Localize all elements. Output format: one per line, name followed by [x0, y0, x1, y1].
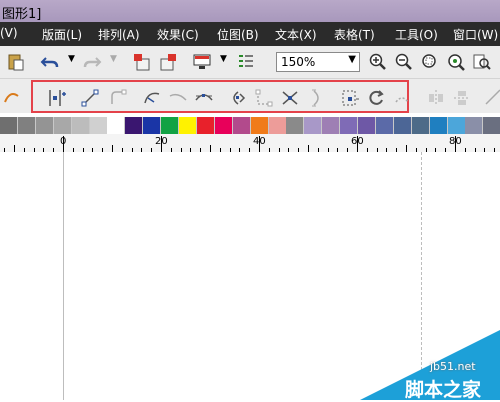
palette-swatch[interactable] [304, 117, 323, 134]
menu-tools[interactable]: 工具(O) [395, 26, 438, 43]
zoom-to-all-icon[interactable] [446, 52, 466, 72]
menu-effects[interactable]: 效果(C) [157, 26, 199, 43]
palette-swatch[interactable] [232, 117, 251, 134]
ruler-tick [112, 145, 113, 152]
palette-swatch[interactable] [17, 117, 36, 134]
palette-swatch[interactable] [71, 117, 90, 134]
ruler-tick [63, 136, 64, 152]
palette-swatch[interactable] [250, 117, 269, 134]
palette-swatch[interactable] [447, 117, 466, 134]
convert-to-curve-icon[interactable] [194, 88, 214, 108]
stretch-scale-nodes-icon[interactable] [452, 88, 472, 108]
palette-swatch[interactable] [286, 117, 305, 134]
palette-swatch[interactable] [465, 117, 484, 134]
menu-table[interactable]: 表格(T) [334, 26, 375, 43]
import-icon[interactable] [132, 52, 152, 72]
palette-swatch[interactable] [107, 117, 126, 134]
ruler-tick [161, 136, 162, 152]
palette-swatch[interactable] [89, 117, 108, 134]
reverse-direction-icon[interactable] [306, 88, 326, 108]
zoom-to-selected-icon[interactable] [420, 52, 440, 72]
menu-layout[interactable]: 版面(L) [42, 26, 82, 43]
horizontal-ruler: 0 20 40 60 80 [0, 134, 500, 153]
palette-swatch[interactable] [375, 117, 394, 134]
break-curve-icon[interactable] [142, 88, 162, 108]
application-launcher-icon[interactable] [192, 52, 212, 72]
palette-swatch[interactable] [0, 117, 18, 134]
smooth-node-icon[interactable] [254, 88, 274, 108]
zoom-in-icon[interactable] [368, 52, 388, 72]
title-bar: 图形1] [0, 0, 500, 22]
menu-text[interactable]: 文本(X) [275, 26, 317, 43]
add-node-icon[interactable] [46, 88, 66, 108]
palette-swatch[interactable] [411, 117, 430, 134]
color-palette [0, 117, 500, 134]
menu-view[interactable]: (V) [0, 26, 18, 40]
palette-swatch[interactable] [161, 117, 180, 134]
palette-swatch[interactable] [268, 117, 287, 134]
palette-swatch[interactable] [214, 117, 233, 134]
palette-swatch[interactable] [358, 117, 376, 134]
palette-swatch[interactable] [143, 117, 162, 134]
ruler-tick [210, 145, 211, 152]
palette-swatch[interactable] [322, 117, 341, 134]
redo-dropdown-arrow-icon[interactable]: ▼ [110, 54, 117, 64]
palette-swatch[interactable] [35, 117, 54, 134]
undo-icon[interactable] [40, 52, 60, 72]
redo-icon[interactable] [82, 52, 102, 72]
select-all-nodes-icon[interactable] [484, 88, 500, 108]
node-tool-icon[interactable] [2, 88, 22, 108]
menu-arrange[interactable]: 排列(A) [98, 26, 140, 43]
watermark-name: 脚本之家 [405, 379, 482, 401]
symmetrical-node-icon[interactable] [280, 88, 300, 108]
zoom-level-select[interactable]: 150% ▼ [276, 52, 360, 72]
snap-to-icon[interactable] [236, 52, 256, 72]
rotate-skew-nodes-icon[interactable] [366, 88, 386, 108]
palette-swatch[interactable] [125, 117, 144, 134]
page-border-left [63, 152, 64, 400]
paste-icon[interactable] [6, 52, 26, 72]
undo-dropdown-arrow-icon[interactable]: ▼ [68, 54, 75, 64]
watermark-url: jb51.net [430, 360, 476, 373]
ruler-tick [14, 145, 15, 152]
ruler-tick [308, 145, 309, 152]
zoom-out-icon[interactable] [394, 52, 414, 72]
palette-swatch[interactable] [429, 117, 448, 134]
elastic-mode-icon[interactable] [392, 88, 412, 108]
menu-window[interactable]: 窗口(W) [453, 26, 498, 43]
align-nodes-icon[interactable] [426, 88, 446, 108]
ruler-tick [455, 136, 456, 152]
launcher-dropdown-arrow-icon[interactable]: ▼ [220, 54, 227, 64]
cusp-node-icon[interactable] [228, 88, 248, 108]
delete-node-icon[interactable] [80, 88, 100, 108]
palette-swatch[interactable] [179, 117, 197, 134]
ruler-tick [406, 145, 407, 152]
zoom-value: 150% [281, 55, 316, 69]
window-title: 图形1] [2, 7, 42, 22]
extract-subpath-icon[interactable] [340, 88, 360, 108]
zoom-to-page-icon[interactable] [472, 52, 492, 72]
palette-swatch[interactable] [483, 117, 500, 134]
palette-swatch[interactable] [393, 117, 412, 134]
palette-swatch[interactable] [196, 117, 215, 134]
convert-to-line-icon[interactable] [168, 88, 188, 108]
chevron-down-icon: ▼ [348, 54, 356, 65]
palette-swatch[interactable] [53, 117, 72, 134]
palette-swatch[interactable] [340, 117, 359, 134]
ruler-tick [259, 136, 260, 152]
menu-bar: (V) 版面(L) 排列(A) 效果(C) 位图(B) 文本(X) 表格(T) … [0, 22, 500, 46]
ruler-tick [357, 136, 358, 152]
menu-bitmap[interactable]: 位图(B) [217, 26, 259, 43]
join-nodes-icon[interactable] [108, 88, 128, 108]
export-icon[interactable] [158, 52, 178, 72]
